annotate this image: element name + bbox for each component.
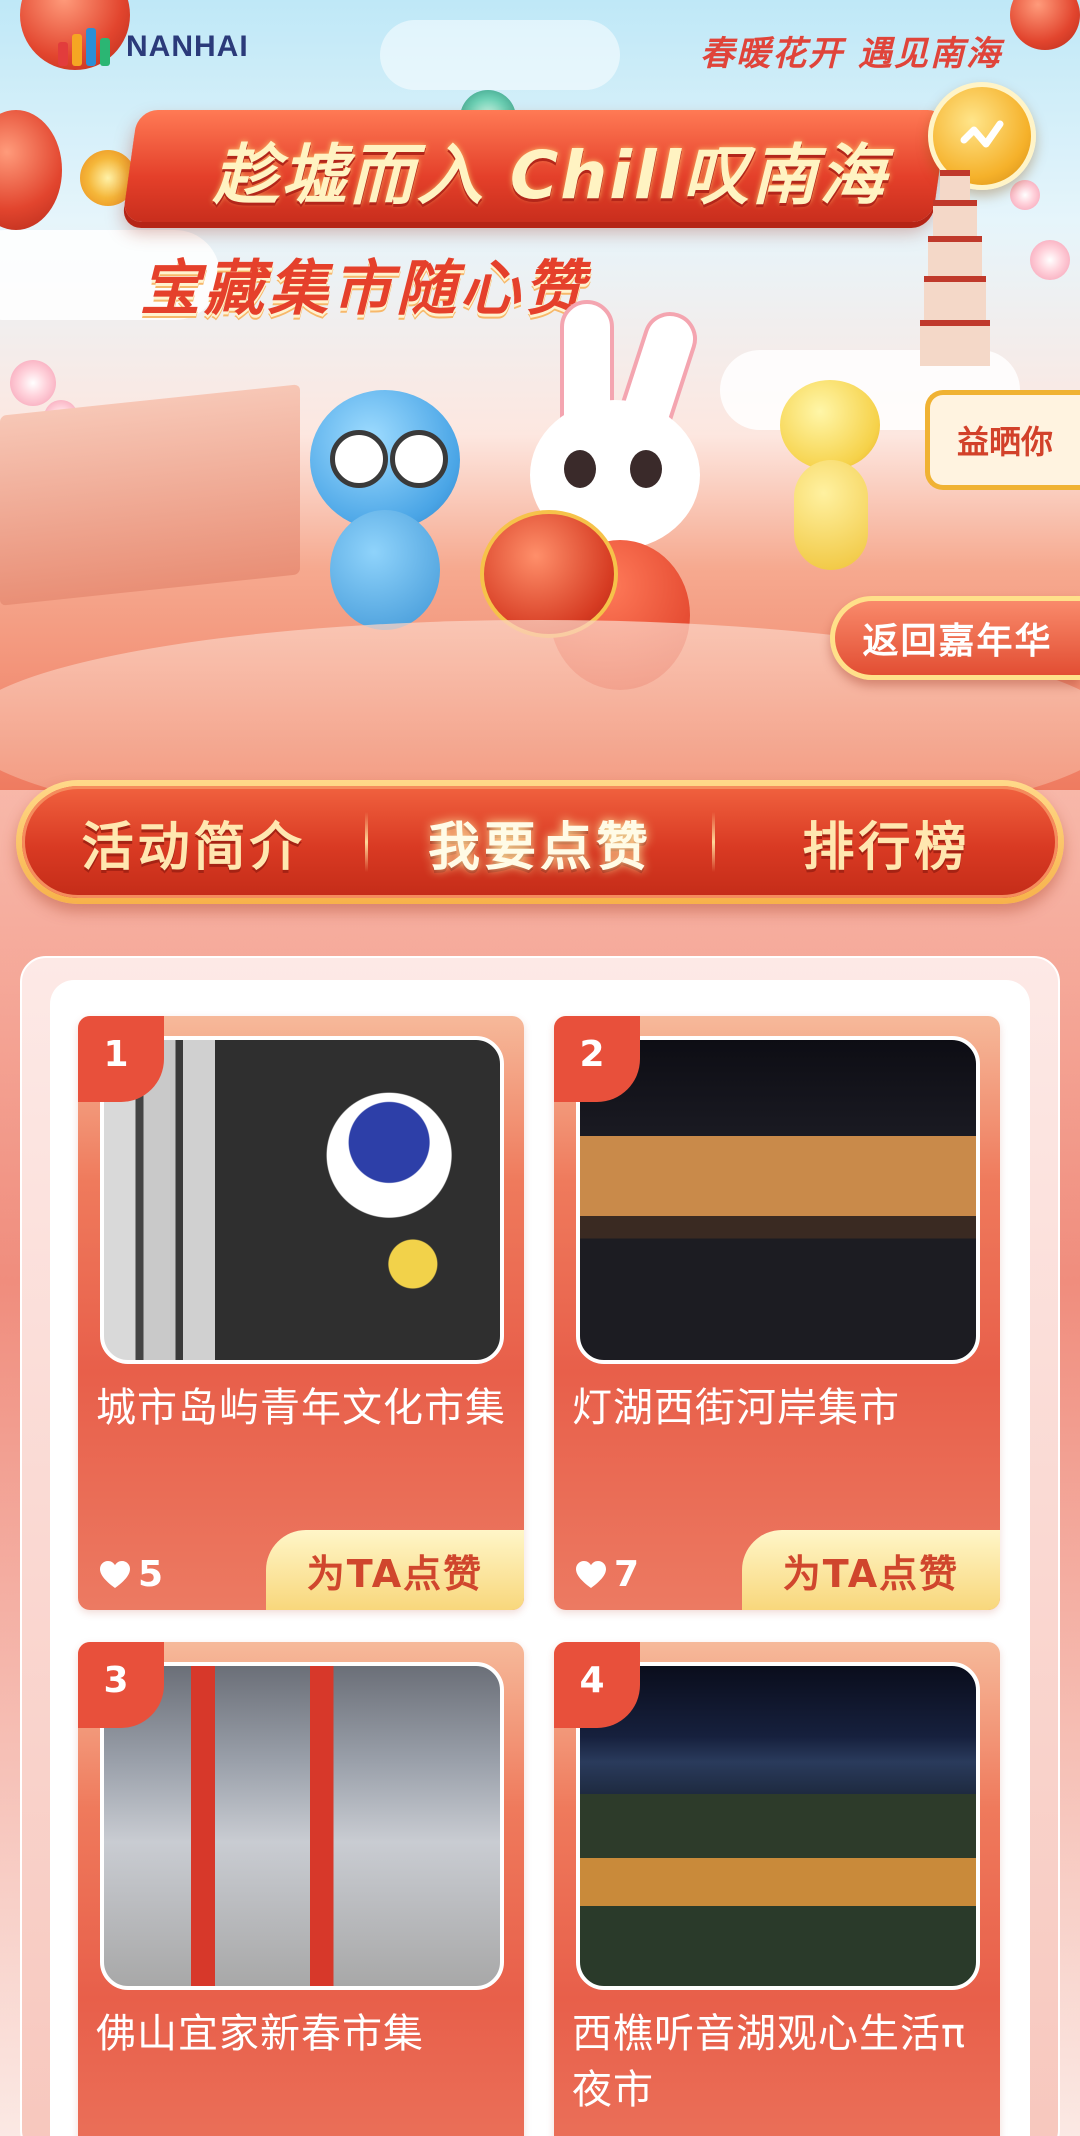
market-title: 灯湖西街河岸集市 <box>572 1385 900 1431</box>
tab-leaderboard[interactable]: 排行榜 <box>715 805 1058 880</box>
heart-icon <box>576 1560 606 1588</box>
back-to-carnival-button[interactable]: 返回嘉年华 <box>830 596 1080 680</box>
heart-icon <box>100 1560 130 1588</box>
tab-bar-inner: 活动简介 我要点赞 排行榜 <box>22 786 1058 898</box>
nanhai-logo: NANHAI <box>58 28 249 66</box>
market-photo <box>576 1036 980 1364</box>
logo-text: NANHAI <box>126 30 249 63</box>
market-title: 佛山宜家新春市集 <box>96 2011 424 2057</box>
market-card[interactable]: 2 灯湖西街河岸集市 7 为TA点赞 <box>554 1016 1000 1610</box>
market-title: 城市岛屿青年文化市集 <box>96 1385 506 1431</box>
market-card[interactable]: 4 西樵听音湖观心生活π夜市 <box>554 1642 1000 2136</box>
rank-badge: 2 <box>554 1016 640 1102</box>
rank-badge: 1 <box>78 1016 164 1102</box>
dragon-mascot-illustration <box>760 380 900 580</box>
cloud-decoration <box>380 20 620 90</box>
blossom-decoration <box>1030 240 1070 280</box>
vote-button[interactable]: 为TA点赞 <box>742 1530 1000 1610</box>
rank-badge: 4 <box>554 1642 640 1728</box>
page-title: 趁墟而入 Chill叹南海 <box>212 137 888 214</box>
blossom-decoration <box>10 360 56 406</box>
logo-mark-icon <box>58 28 120 66</box>
stall-sign-text: 益晒你 <box>956 423 1053 461</box>
lantern-decoration <box>0 110 62 230</box>
vote-button[interactable]: 为TA点赞 <box>266 1530 524 1610</box>
tab-introduction[interactable]: 活动简介 <box>22 805 365 880</box>
market-title: 西樵听音湖观心生活π夜市 <box>572 2011 967 2113</box>
market-stall-illustration <box>0 384 300 606</box>
market-photo <box>100 1036 504 1364</box>
tab-vote[interactable]: 我要点赞 <box>368 805 711 880</box>
stall-sign: 益晒你 <box>925 390 1080 490</box>
slogan-text: 春暖花开 遇见南海 <box>700 34 1002 74</box>
pagoda-illustration <box>920 170 990 366</box>
like-count: 5 <box>100 1554 163 1595</box>
rank-badge: 3 <box>78 1642 164 1728</box>
lion-mascot-illustration <box>290 390 480 630</box>
market-photo <box>100 1662 504 1990</box>
lantern-decoration <box>1010 0 1080 50</box>
like-count-value: 7 <box>614 1554 640 1595</box>
tab-bar: 活动简介 我要点赞 排行榜 <box>16 780 1064 904</box>
market-card[interactable]: 3 佛山宜家新春市集 <box>78 1642 524 2136</box>
like-count: 7 <box>576 1554 639 1595</box>
like-count-value: 5 <box>138 1554 164 1595</box>
blossom-decoration <box>1010 180 1040 210</box>
market-photo <box>576 1662 980 1990</box>
market-card[interactable]: 1 城市岛屿青年文化市集 5 为TA点赞 <box>78 1016 524 1610</box>
